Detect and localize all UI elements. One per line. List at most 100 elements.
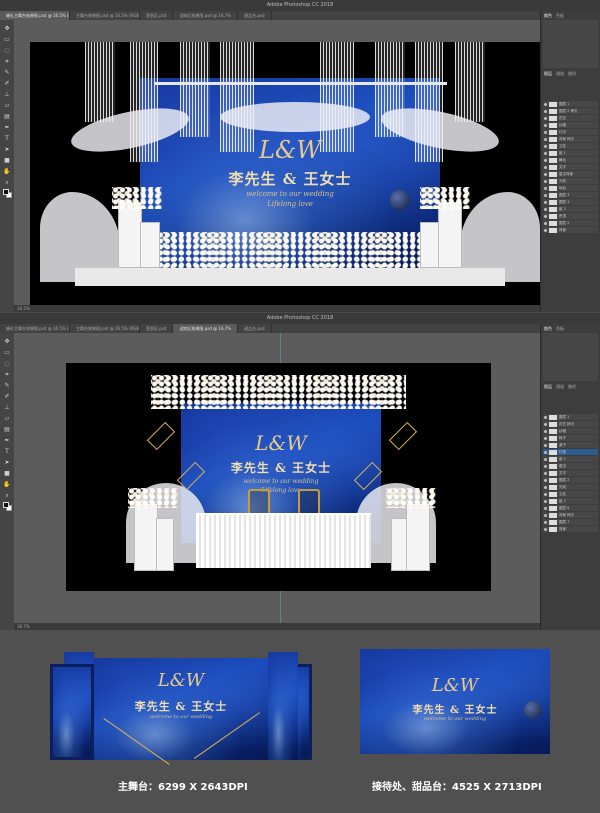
document-tab[interactable]: 签到区.psd bbox=[140, 11, 174, 20]
eye-icon[interactable] bbox=[544, 144, 547, 148]
text-tool-icon[interactable]: T bbox=[3, 447, 12, 456]
document-tab[interactable]: 甜品台.psd bbox=[238, 11, 272, 20]
eye-icon[interactable] bbox=[544, 130, 547, 134]
eye-icon[interactable] bbox=[544, 429, 547, 433]
zoom-tool-icon[interactable]: ⌕ bbox=[3, 491, 12, 500]
eye-icon[interactable] bbox=[544, 478, 547, 482]
layer-row[interactable]: 吊顶 bbox=[543, 213, 598, 219]
gradient-tool-icon[interactable]: ▤ bbox=[3, 425, 12, 434]
document-tab[interactable]: 迎宾区效果图.psd @ 16.7% bbox=[173, 11, 239, 20]
panel-tab-color[interactable]: 颜色 bbox=[544, 13, 552, 18]
eye-icon[interactable] bbox=[544, 151, 547, 155]
stamp-tool-icon[interactable]: ⊥ bbox=[3, 90, 12, 99]
eye-icon[interactable] bbox=[544, 485, 547, 489]
eye-icon[interactable] bbox=[544, 102, 547, 106]
text-tool-icon[interactable]: T bbox=[3, 134, 12, 143]
layer-row[interactable]: 图层 4 bbox=[543, 199, 598, 205]
layer-row[interactable]: 文字 bbox=[543, 470, 598, 476]
eye-icon[interactable] bbox=[544, 457, 547, 461]
eye-icon[interactable] bbox=[544, 436, 547, 440]
crop-tool-icon[interactable]: ⌗ bbox=[3, 57, 12, 66]
layer-row[interactable]: 组 2 bbox=[543, 206, 598, 212]
layer-row[interactable]: 星空 bbox=[543, 463, 598, 469]
layer-row[interactable]: 立柱 bbox=[543, 143, 598, 149]
eye-icon[interactable] bbox=[544, 207, 547, 211]
eye-icon[interactable] bbox=[544, 221, 547, 225]
eye-icon[interactable] bbox=[544, 165, 547, 169]
lasso-tool-icon[interactable]: ◌ bbox=[3, 46, 12, 55]
hand-tool-icon[interactable]: ✋ bbox=[3, 480, 12, 489]
panel-tab-paths[interactable]: 路径 bbox=[568, 71, 576, 76]
layer-row[interactable]: 背景 拷贝 bbox=[543, 136, 598, 142]
layer-row[interactable]: 组 1 bbox=[543, 456, 598, 462]
document-tab[interactable]: 主舞台效果图.psd @ 16.5% (RGB/8) bbox=[70, 324, 140, 333]
eye-icon[interactable] bbox=[544, 193, 547, 197]
eye-icon[interactable] bbox=[544, 415, 547, 419]
document-tab[interactable]: 婚礼主舞台效果图.psd @ 16.5% (图层 1, RGB/8) bbox=[0, 324, 70, 333]
layer-row[interactable]: 图层 7 bbox=[543, 519, 598, 525]
path-tool-icon[interactable]: ➤ bbox=[3, 458, 12, 467]
eye-icon[interactable] bbox=[544, 172, 547, 176]
layer-row[interactable]: 图层 1 bbox=[543, 101, 598, 107]
layer-row[interactable]: 背景 bbox=[543, 526, 598, 532]
swatches-panel[interactable] bbox=[543, 333, 598, 381]
eye-icon[interactable] bbox=[544, 471, 547, 475]
layer-row[interactable]: 背景 拷贝 bbox=[543, 512, 598, 518]
layer-row[interactable]: 背景 bbox=[543, 227, 598, 233]
layer-row[interactable]: 灯光 bbox=[543, 129, 598, 135]
layer-row[interactable]: 图层 2 拷贝 bbox=[543, 108, 598, 114]
layer-row[interactable]: 文字 bbox=[543, 164, 598, 170]
eraser-tool-icon[interactable]: ▱ bbox=[3, 414, 12, 423]
layer-row[interactable]: 桌子 bbox=[543, 442, 598, 448]
layer-row[interactable]: 舞台 bbox=[543, 157, 598, 163]
layer-row[interactable]: 立柱 bbox=[543, 491, 598, 497]
eye-icon[interactable] bbox=[544, 492, 547, 496]
eye-icon[interactable] bbox=[544, 123, 547, 127]
swatches-panel[interactable] bbox=[543, 20, 598, 68]
panel-tab-layers[interactable]: 图层 bbox=[544, 384, 552, 389]
document-tab[interactable]: 甜品台.psd bbox=[238, 324, 272, 333]
eye-icon[interactable] bbox=[544, 450, 547, 454]
eye-icon[interactable] bbox=[544, 513, 547, 517]
eye-icon[interactable] bbox=[544, 137, 547, 141]
layer-row[interactable]: 地台 bbox=[543, 185, 598, 191]
eye-icon[interactable] bbox=[544, 158, 547, 162]
color-swatch-icon[interactable] bbox=[2, 189, 12, 198]
layer-row[interactable]: 图层 3 bbox=[543, 192, 598, 198]
panel-tab-channels[interactable]: 通道 bbox=[556, 384, 564, 389]
marquee-tool-icon[interactable]: ▭ bbox=[3, 35, 12, 44]
path-tool-icon[interactable]: ➤ bbox=[3, 145, 12, 154]
eye-icon[interactable] bbox=[544, 186, 547, 190]
layer-row[interactable]: 花艺 拷贝 bbox=[543, 421, 598, 427]
layer-row[interactable]: 星空背景 bbox=[543, 171, 598, 177]
eye-icon[interactable] bbox=[544, 214, 547, 218]
eye-icon[interactable] bbox=[544, 499, 547, 503]
document-tab[interactable]: 婚礼主舞台效果图.psd @ 16.5% (图层 1, RGB/8) bbox=[0, 11, 70, 20]
layer-row[interactable]: 纱幔 bbox=[543, 428, 598, 434]
marquee-tool-icon[interactable]: ▭ bbox=[3, 348, 12, 357]
document-tab[interactable]: 签到区.psd bbox=[140, 324, 174, 333]
eye-icon[interactable] bbox=[544, 443, 547, 447]
layer-row[interactable]: 花艺 bbox=[543, 115, 598, 121]
eyedropper-tool-icon[interactable]: ✎ bbox=[3, 381, 12, 390]
eye-icon[interactable] bbox=[544, 527, 547, 531]
eye-icon[interactable] bbox=[544, 506, 547, 510]
crop-tool-icon[interactable]: ⌗ bbox=[3, 370, 12, 379]
eye-icon[interactable] bbox=[544, 179, 547, 183]
layer-row[interactable]: 纱幔 bbox=[543, 122, 598, 128]
lasso-tool-icon[interactable]: ◌ bbox=[3, 359, 12, 368]
shape-tool-icon[interactable]: ■ bbox=[3, 156, 12, 165]
eye-icon[interactable] bbox=[544, 464, 547, 468]
layer-row[interactable]: 组 1 bbox=[543, 150, 598, 156]
panel-tab-swatches[interactable]: 色板 bbox=[556, 13, 564, 18]
move-tool-icon[interactable]: ✥ bbox=[3, 24, 12, 33]
panel-tab-channels[interactable]: 通道 bbox=[556, 71, 564, 76]
document-tab[interactable]: 主舞台效果图.psd @ 16.5% (RGB/8) bbox=[70, 11, 140, 20]
panel-tab-color[interactable]: 颜色 bbox=[544, 326, 552, 331]
reception-canvas[interactable]: L&W 李先生 & 王女士 welcome to our wedding Lif… bbox=[66, 363, 491, 591]
color-swatch-icon[interactable] bbox=[2, 502, 12, 511]
hand-tool-icon[interactable]: ✋ bbox=[3, 167, 12, 176]
eye-icon[interactable] bbox=[544, 422, 547, 426]
eye-icon[interactable] bbox=[544, 109, 547, 113]
layer-row[interactable]: 光效 bbox=[543, 178, 598, 184]
